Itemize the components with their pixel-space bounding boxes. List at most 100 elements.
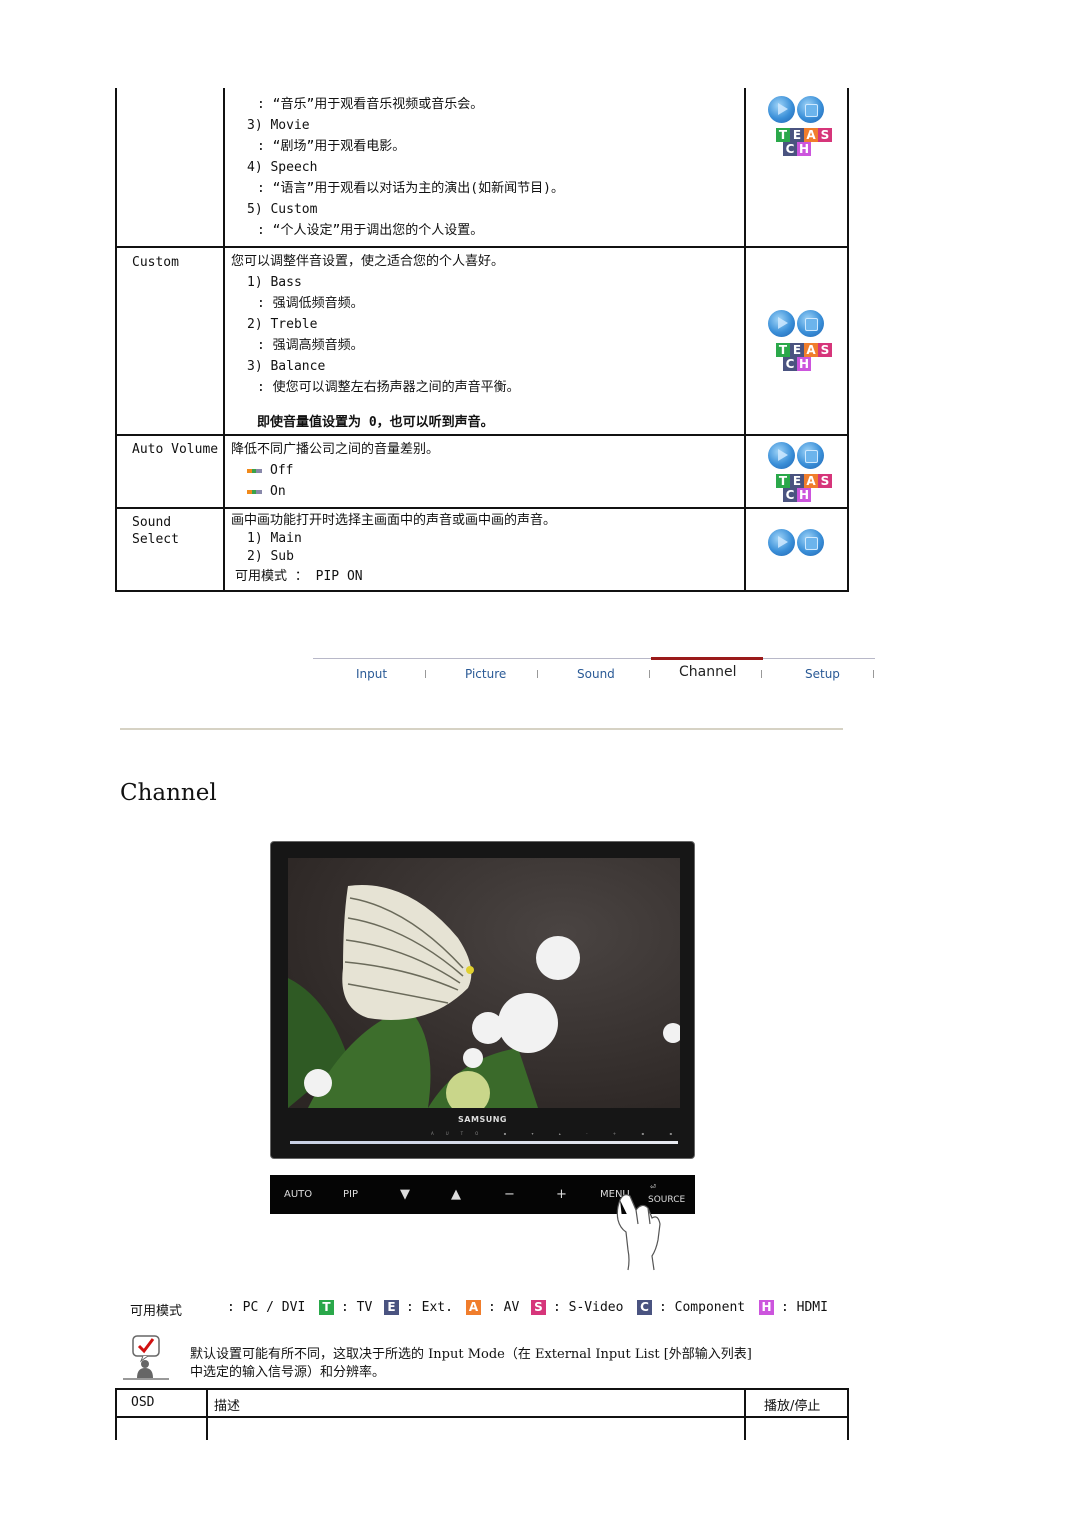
description-line: 2) Treble bbox=[247, 317, 318, 332]
minus-button[interactable]: − bbox=[504, 1187, 515, 1202]
play-icon[interactable] bbox=[768, 96, 795, 123]
stop-icon[interactable] bbox=[797, 442, 824, 469]
available-mode: 可用模式 ： PIP ON bbox=[235, 569, 363, 584]
table-row: Custom 您可以调整伴音设置，使之适合您的个人喜好。 1) Bass : 强… bbox=[117, 248, 847, 436]
setting-description-cell: 降低不同广播公司之间的音量差别。 Off On bbox=[225, 436, 746, 507]
bezel-strip bbox=[290, 1141, 678, 1144]
description-line: : “剧场”用于观看电影。 bbox=[257, 139, 406, 154]
stop-icon[interactable] bbox=[797, 96, 824, 123]
column-divider bbox=[744, 1390, 746, 1440]
table-row: Sound Select 画中画功能打开时选择主画面中的声音或画中画的声音。 1… bbox=[117, 509, 847, 592]
description-line: 2) Sub bbox=[247, 549, 294, 564]
available-modes-legend: 可用模式 : PC / DVI T : TV E : Ext. A : AV S… bbox=[130, 1300, 850, 1320]
header-play-stop: 播放/停止 bbox=[764, 1399, 821, 1414]
brand-logo: SAMSUNG bbox=[458, 1115, 507, 1124]
mode-component: : Component bbox=[659, 1300, 746, 1315]
svideo-mode-icon: S bbox=[531, 1300, 546, 1315]
mode-ext: : Ext. bbox=[406, 1300, 453, 1315]
screen-image bbox=[288, 858, 680, 1108]
mode-hdmi: : HDMI bbox=[781, 1300, 828, 1315]
down-button[interactable]: ▼ bbox=[400, 1187, 410, 1202]
tab-input[interactable]: Input bbox=[356, 667, 387, 681]
section-nav: Input Picture Sound Channel Setup bbox=[313, 657, 875, 688]
play-stop-cell bbox=[746, 509, 847, 590]
mode-badges-icon: TEAS CH bbox=[776, 128, 832, 156]
modes-label: 可用模式 bbox=[130, 1304, 183, 1319]
up-button[interactable]: ▲ bbox=[451, 1187, 461, 1202]
osd-table-header: OSD 描述 播放/停止 bbox=[117, 1390, 847, 1418]
mode-svideo: : S-Video bbox=[553, 1300, 624, 1315]
play-icon[interactable] bbox=[768, 529, 795, 556]
tab-separator bbox=[873, 670, 874, 678]
divider bbox=[120, 728, 843, 730]
bullet-icon bbox=[247, 489, 262, 494]
setting-name-cell: Custom bbox=[117, 248, 225, 434]
setting-name-cell: Auto Volume bbox=[117, 436, 225, 507]
tab-channel[interactable]: Channel bbox=[679, 664, 736, 680]
hand-pointer-icon bbox=[616, 1194, 661, 1271]
play-stop-cell: TEAS CH bbox=[746, 248, 847, 434]
setting-description-cell: 画中画功能打开时选择主画面中的声音或画中画的声音。 1) Main 2) Sub… bbox=[225, 509, 746, 590]
play-icon[interactable] bbox=[768, 310, 795, 337]
note-checkmark-icon bbox=[123, 1335, 169, 1380]
pip-button[interactable]: PIP bbox=[343, 1189, 358, 1200]
tv-mode-icon: T bbox=[319, 1300, 334, 1315]
component-mode-icon: C bbox=[637, 1300, 652, 1315]
mode-badges-icon: TEAS CH bbox=[776, 474, 832, 502]
monitor-illustration: SAMSUNG AUTO ▪ ▾ ▴ - + ▪ ▪ bbox=[270, 841, 695, 1159]
stop-icon[interactable] bbox=[797, 529, 824, 556]
description-line: : 强调低频音频。 bbox=[257, 296, 364, 311]
column-divider bbox=[206, 1390, 208, 1440]
mode-pc-dvi: : PC / DVI bbox=[227, 1300, 306, 1315]
setting-name: Auto Volume bbox=[132, 442, 219, 457]
description-line: : “音乐”用于观看音乐视频或音乐会。 bbox=[257, 97, 484, 112]
description-line: : “语言”用于观看以对话为主的演出(如新闻节目)。 bbox=[257, 181, 564, 196]
auto-button[interactable]: AUTO bbox=[284, 1189, 312, 1200]
sound-settings-table: : “音乐”用于观看音乐视频或音乐会。 3) Movie : “剧场”用于观看电… bbox=[115, 88, 849, 592]
description-line: 3) Balance bbox=[247, 359, 326, 374]
setting-description-cell: 您可以调整伴音设置，使之适合您的个人喜好。 1) Bass : 强调低频音频。 … bbox=[225, 248, 746, 434]
note-line: 中选定的输入信号源）和分辨率。 bbox=[190, 1365, 386, 1380]
bullet-icon bbox=[247, 468, 262, 473]
tab-setup[interactable]: Setup bbox=[805, 667, 840, 681]
tab-separator bbox=[537, 670, 538, 678]
setting-name: Sound bbox=[132, 515, 172, 530]
description-note: 即使音量值设置为 0，也可以听到声音。 bbox=[257, 415, 494, 430]
tab-separator bbox=[425, 670, 426, 678]
butterfly-photo bbox=[288, 858, 680, 1108]
play-stop-cell: TEAS CH bbox=[746, 88, 847, 246]
mode-badges-icon: TEAS CH bbox=[776, 343, 832, 371]
description-line: 画中画功能打开时选择主画面中的声音或画中画的声音。 bbox=[231, 513, 557, 528]
setting-name-cell bbox=[117, 88, 225, 246]
mode-tv: : TV bbox=[341, 1300, 373, 1315]
option-on: On bbox=[270, 484, 286, 499]
bezel-buttons: AUTO ▪ ▾ ▴ - + ▪ ▪ bbox=[431, 1131, 685, 1136]
plus-button[interactable]: + bbox=[556, 1187, 567, 1202]
setting-name: Select bbox=[132, 532, 179, 547]
note-text: 默认设置可能有所不同，这取决于所选的 Input Mode（在 External… bbox=[190, 1346, 752, 1382]
description-line: : 强调高频音频。 bbox=[257, 338, 364, 353]
table-row: : “音乐”用于观看音乐视频或音乐会。 3) Movie : “剧场”用于观看电… bbox=[117, 88, 847, 248]
setting-name: Custom bbox=[132, 255, 179, 270]
tab-separator bbox=[761, 670, 762, 678]
description-line: 1) Bass bbox=[247, 275, 302, 290]
page-title: Channel bbox=[120, 780, 217, 806]
description-line: 1) Main bbox=[247, 531, 302, 546]
play-icon[interactable] bbox=[768, 442, 795, 469]
av-mode-icon: A bbox=[466, 1300, 481, 1315]
stop-icon[interactable] bbox=[797, 310, 824, 337]
description-line: 4) Speech bbox=[247, 160, 318, 175]
description-line: 您可以调整伴音设置，使之适合您的个人喜好。 bbox=[231, 254, 505, 269]
tab-sound[interactable]: Sound bbox=[577, 667, 615, 681]
mode-av: : AV bbox=[488, 1300, 520, 1315]
description-line: 降低不同广播公司之间的音量差别。 bbox=[231, 442, 440, 457]
hdmi-mode-icon: H bbox=[759, 1300, 774, 1315]
header-description: 描述 bbox=[214, 1399, 241, 1414]
osd-table: OSD 描述 播放/停止 bbox=[115, 1388, 849, 1440]
description-line: : “个人设定”用于调出您的个人设置。 bbox=[257, 223, 484, 238]
active-tab-indicator bbox=[651, 657, 763, 660]
tab-picture[interactable]: Picture bbox=[465, 667, 506, 681]
play-stop-cell: TEAS CH bbox=[746, 436, 847, 507]
setting-name-cell: Sound Select bbox=[117, 509, 225, 590]
description-line: : 使您可以调整左右扬声器之间的声音平衡。 bbox=[257, 380, 520, 395]
